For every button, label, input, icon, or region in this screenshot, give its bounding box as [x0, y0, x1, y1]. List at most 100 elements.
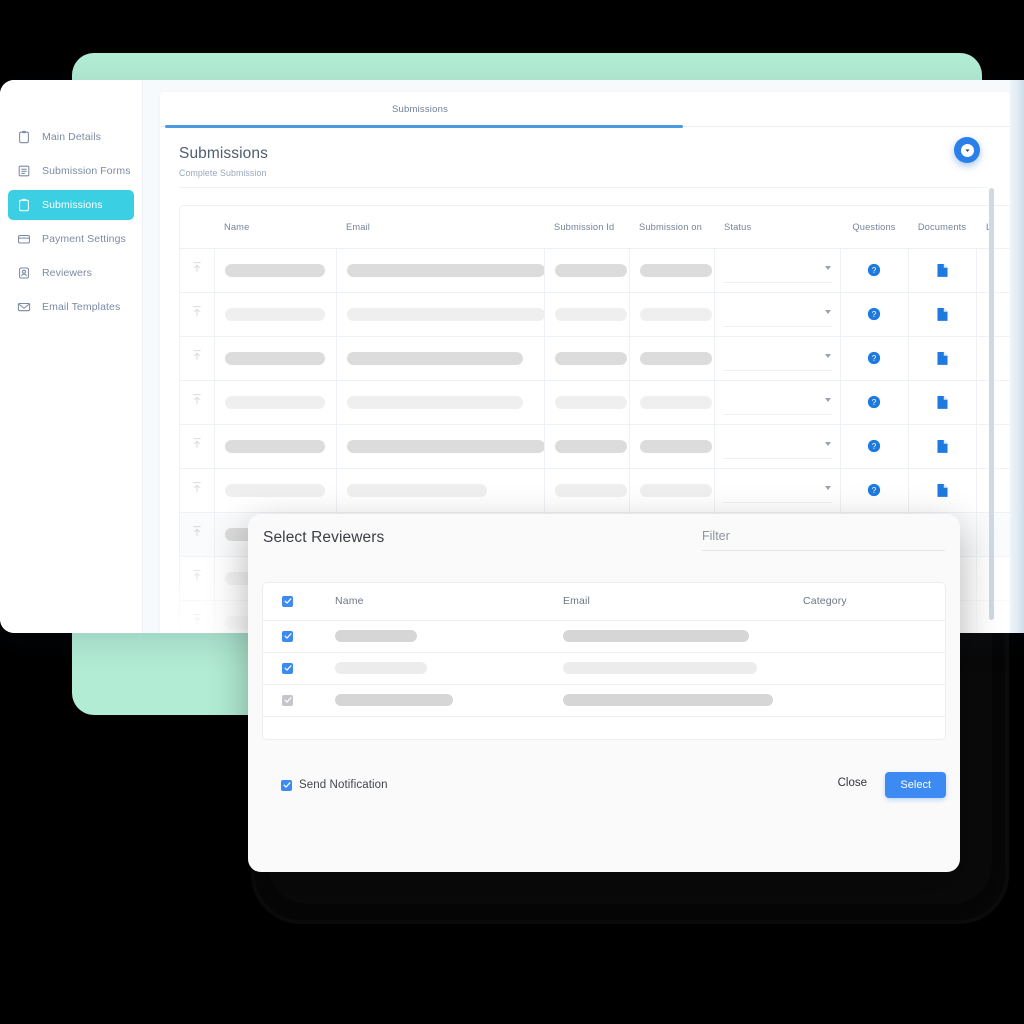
reviewer-checkbox[interactable] [282, 662, 293, 674]
row-handle-cell[interactable] [180, 248, 215, 293]
cell-submission-id [544, 248, 630, 293]
cell-questions[interactable]: ? [840, 424, 909, 469]
sidebar-item-email-templates[interactable]: Email Templates [8, 292, 134, 322]
tab-label: Submissions [391, 104, 449, 115]
reviewer-select-cell[interactable] [263, 620, 335, 653]
chevron-down-icon [824, 397, 831, 402]
row-handle-cell[interactable] [180, 468, 215, 513]
table-row[interactable]: ? [180, 380, 1010, 425]
row-handle-cell[interactable] [180, 336, 215, 381]
table-row[interactable]: ? [180, 336, 1010, 381]
cell-submission-on [629, 292, 715, 337]
row-handle-cell[interactable] [180, 424, 215, 469]
upload-arrow-icon [191, 261, 203, 274]
select-all-checkbox[interactable] [282, 595, 293, 607]
reviewer-email-cell [563, 620, 803, 653]
cell-questions[interactable]: ? [840, 380, 909, 425]
chevron-down-icon [824, 265, 831, 270]
file-icon[interactable] [936, 483, 949, 498]
column-header-label: Submission Id [554, 221, 615, 232]
send-notification-checkbox[interactable] [281, 779, 292, 791]
reviewers-table: Name Email Category [263, 583, 945, 739]
cell-name [214, 380, 337, 425]
cell-status[interactable] [714, 424, 841, 469]
cell-documents[interactable] [908, 248, 977, 293]
th-row-handle-column [180, 206, 214, 249]
cell-questions[interactable]: ? [840, 336, 909, 381]
tab-submissions[interactable]: Submissions [160, 92, 680, 127]
reviewer-category-cell [803, 684, 945, 717]
row-handle-cell[interactable] [180, 292, 215, 337]
table-row[interactable]: ? [180, 468, 1010, 513]
row-handle-cell[interactable] [180, 600, 215, 633]
document-icon [17, 164, 31, 178]
help-circle-icon[interactable]: ? [867, 351, 881, 365]
cell-questions[interactable]: ? [840, 248, 909, 293]
reviewer-row[interactable] [263, 684, 945, 717]
reviewer-row[interactable] [263, 652, 945, 685]
credit-card-icon [17, 232, 31, 246]
page-title: Submissions [179, 145, 268, 162]
sidebar-item-submissions[interactable]: Submissions [8, 190, 134, 220]
send-notification-label: Send Notification [299, 779, 388, 791]
mth-column-name: Name [335, 583, 563, 621]
upload-arrow-icon [191, 481, 203, 494]
table-row[interactable]: ? [180, 292, 1010, 337]
th-column-status: Status [714, 206, 840, 249]
cell-status[interactable] [714, 336, 841, 381]
cell-documents[interactable] [908, 380, 977, 425]
cell-status[interactable] [714, 248, 841, 293]
cell-documents[interactable] [908, 468, 977, 513]
cell-documents[interactable] [908, 424, 977, 469]
cell-submission-id [544, 468, 630, 513]
cell-submission-on [629, 424, 715, 469]
cell-questions[interactable]: ? [840, 468, 909, 513]
table-row[interactable]: ? [180, 248, 1010, 293]
file-icon[interactable] [936, 263, 949, 278]
cell-questions[interactable]: ? [840, 292, 909, 337]
cell-status[interactable] [714, 380, 841, 425]
reviewer-row[interactable] [263, 620, 945, 653]
help-circle-icon[interactable]: ? [867, 439, 881, 453]
row-handle-cell[interactable] [180, 556, 215, 601]
cell-documents[interactable] [908, 292, 977, 337]
cell-status[interactable] [714, 468, 841, 513]
cell-email [336, 380, 545, 425]
help-circle-icon[interactable]: ? [867, 483, 881, 497]
reviewer-checkbox[interactable] [282, 630, 293, 642]
column-header-label: Submission on [639, 221, 702, 232]
cell-email [336, 424, 545, 469]
select-button[interactable]: Select [885, 772, 946, 798]
clipboard-icon [17, 130, 31, 144]
send-notification-control[interactable]: Send Notification [262, 779, 388, 791]
table-row[interactable]: ? [180, 424, 1010, 469]
cell-status[interactable] [714, 292, 841, 337]
help-circle-icon[interactable]: ? [867, 263, 881, 277]
screenshot-stage: Main Details Submission Forms Submissions P… [0, 0, 1024, 1024]
sidebar-item-submission-forms[interactable]: Submission Forms [8, 156, 134, 186]
floating-action-button[interactable] [954, 137, 980, 163]
sidebar-item-payment-settings[interactable]: Payment Settings [8, 224, 134, 254]
cell-documents[interactable] [908, 336, 977, 381]
file-icon[interactable] [936, 439, 949, 454]
modal-title: Select Reviewers [263, 529, 385, 546]
column-header-label: Name [224, 221, 250, 232]
row-handle-cell[interactable] [180, 380, 215, 425]
upload-arrow-icon [191, 437, 203, 450]
sidebar-item-reviewers[interactable]: Reviewers [8, 258, 134, 288]
file-icon[interactable] [936, 307, 949, 322]
close-button[interactable]: Close [838, 777, 867, 789]
sidebar-item-main-details[interactable]: Main Details [8, 122, 134, 152]
clipboard-icon [17, 198, 31, 212]
reviewer-select-cell[interactable] [263, 652, 335, 685]
file-icon[interactable] [936, 395, 949, 410]
help-circle-icon[interactable]: ? [867, 307, 881, 321]
cell-submission-on [629, 468, 715, 513]
file-icon[interactable] [936, 351, 949, 366]
reviewer-select-cell[interactable] [263, 684, 335, 717]
row-handle-cell[interactable] [180, 512, 215, 557]
reviewer-checkbox[interactable] [282, 694, 293, 706]
filter-input[interactable] [702, 529, 945, 551]
help-circle-icon[interactable]: ? [867, 395, 881, 409]
vertical-scrollbar[interactable] [989, 188, 994, 620]
